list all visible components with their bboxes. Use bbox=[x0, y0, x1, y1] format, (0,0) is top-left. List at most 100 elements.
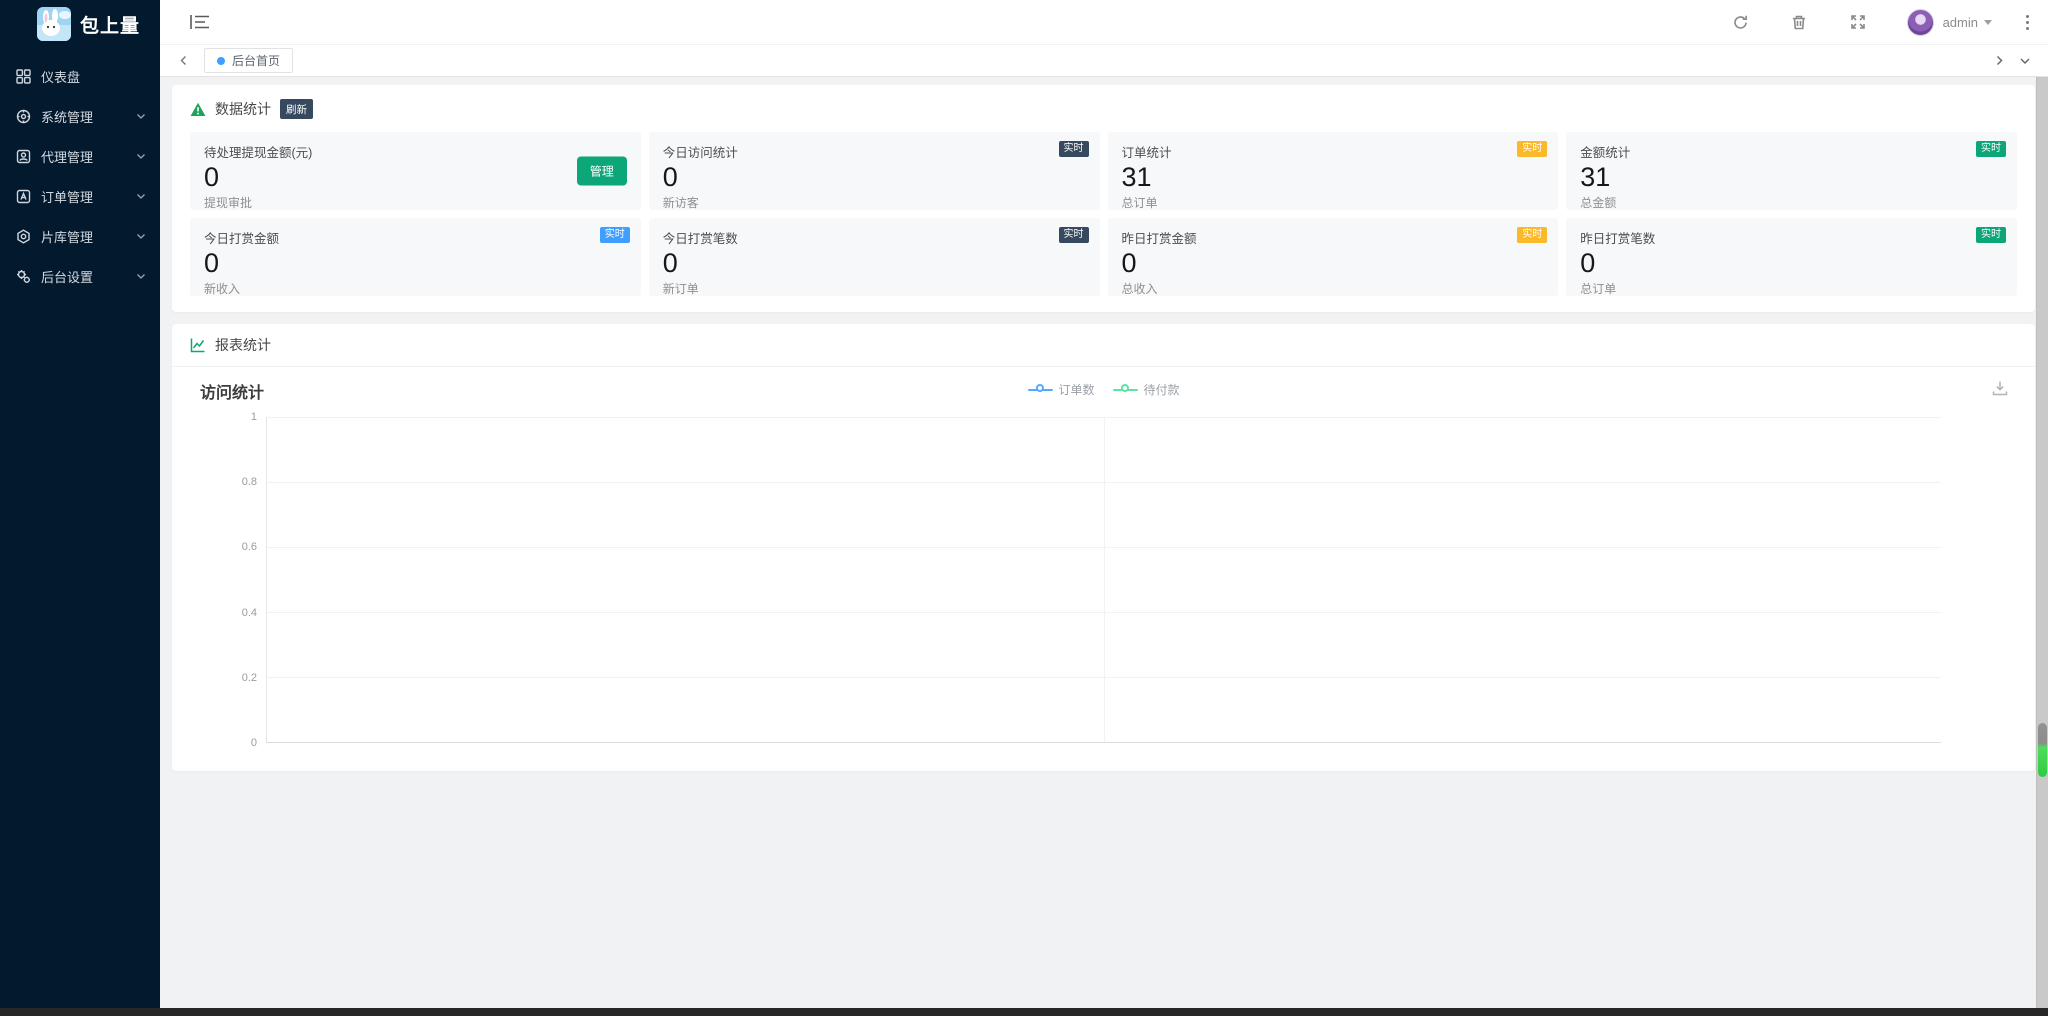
stat-footer: 总金额 bbox=[1580, 196, 1617, 211]
system-icon bbox=[16, 109, 31, 124]
stat-title: 今日访问统计 bbox=[662, 146, 738, 160]
logo-row[interactable]: 包上量 bbox=[0, 0, 160, 48]
dashboard-icon bbox=[16, 68, 31, 84]
sidebar-item-settings[interactable]: 后台设置 bbox=[0, 256, 160, 296]
legend-marker-icon bbox=[1112, 383, 1138, 395]
sidebar-item-system[interactable]: 系统管理 bbox=[0, 96, 160, 136]
order-icon bbox=[16, 189, 31, 204]
scrollbar-thumb[interactable] bbox=[2038, 723, 2047, 777]
manage-button[interactable]: 管理 bbox=[576, 156, 627, 186]
sidebar-item-label: 代理管理 bbox=[41, 149, 94, 165]
page-content: 数据统计 刷新 待处理提现金额(元) 0 提现审批 管理 今日访问统计 0 新访… bbox=[160, 77, 2048, 1016]
y-axis-tick: 0.2 bbox=[241, 671, 257, 684]
sidebar: 包上量 仪表盘 系统管理 代理管理 订单管理 片库管理 后台设置 bbox=[0, 0, 160, 1016]
download-chart-icon[interactable] bbox=[1991, 379, 2009, 397]
stats-panel: 数据统计 刷新 待处理提现金额(元) 0 提现审批 管理 今日访问统计 0 新访… bbox=[172, 85, 2035, 312]
stat-footer: 新访客 bbox=[662, 196, 699, 211]
legend-label: 待付款 bbox=[1143, 383, 1180, 397]
tab-label: 后台首页 bbox=[232, 54, 281, 68]
y-axis-tick: 0.6 bbox=[241, 541, 257, 554]
y-axis-tick: 0.4 bbox=[241, 606, 257, 619]
stat-cards-grid: 待处理提现金额(元) 0 提现审批 管理 今日访问统计 0 新访客 实时 订单统… bbox=[190, 132, 2017, 296]
sidebar-item-orders[interactable]: 订单管理 bbox=[0, 176, 160, 216]
stat-value: 0 bbox=[204, 162, 220, 192]
y-axis-tick: 1 bbox=[250, 411, 257, 423]
realtime-badge: 实时 bbox=[1058, 227, 1089, 243]
chevron-down-icon bbox=[137, 234, 145, 239]
sidebar-item-dashboard[interactable]: 仪表盘 bbox=[0, 56, 160, 96]
agent-icon bbox=[16, 149, 31, 164]
y-axis-tick: 0.8 bbox=[241, 476, 257, 489]
tab-bar: 后台首页 bbox=[160, 44, 2048, 77]
stat-value: 0 bbox=[662, 162, 678, 192]
stat-card-yesterday-reward-amount: 昨日打赏金额 0 总收入 实时 bbox=[1107, 218, 1559, 297]
legend-item-orders[interactable]: 订单数 bbox=[1027, 381, 1095, 398]
page-scrollbar[interactable] bbox=[2036, 77, 2048, 1008]
stat-title: 昨日打赏金额 bbox=[1121, 232, 1197, 246]
legend-marker-icon bbox=[1027, 383, 1053, 395]
chart-plot-area: 1 0.8 0.6 0.4 0.2 0 bbox=[242, 411, 1941, 749]
main-area: admin 后台首页 数据统计 刷新 待处理提现金额(元) 0 提现审批 管理 … bbox=[160, 0, 2048, 1016]
sidebar-item-label: 仪表盘 bbox=[41, 69, 81, 85]
sidebar-item-label: 系统管理 bbox=[41, 109, 94, 125]
refresh-badge[interactable]: 刷新 bbox=[280, 99, 313, 119]
library-icon bbox=[16, 228, 31, 244]
realtime-badge: 实时 bbox=[599, 227, 630, 243]
stat-card-today-reward-count: 今日打赏笔数 0 新订单 实时 bbox=[648, 218, 1100, 296]
tabs-scroll-right-icon[interactable] bbox=[1986, 48, 2012, 74]
realtime-badge: 实时 bbox=[1976, 227, 2006, 243]
y-axis-tick: 0 bbox=[250, 737, 257, 749]
sidebar-menu: 仪表盘 系统管理 代理管理 订单管理 片库管理 后台设置 bbox=[0, 56, 160, 296]
stat-title: 今日打赏笔数 bbox=[662, 232, 738, 246]
stats-panel-header: 数据统计 刷新 bbox=[190, 99, 2017, 119]
tab-home[interactable]: 后台首页 bbox=[204, 48, 294, 73]
sidebar-item-label: 订单管理 bbox=[41, 189, 94, 205]
sidebar-item-library[interactable]: 片库管理 bbox=[0, 216, 160, 256]
refresh-icon[interactable] bbox=[1732, 14, 1749, 31]
stat-card-orders: 订单统计 31 总订单 实时 bbox=[1107, 132, 1559, 211]
legend-label: 订单数 bbox=[1058, 383, 1095, 397]
sidebar-item-agent[interactable]: 代理管理 bbox=[0, 136, 160, 176]
tabs-menu-icon[interactable] bbox=[2012, 48, 2038, 74]
stat-card-today-visits: 今日访问统计 0 新访客 实时 bbox=[648, 132, 1100, 211]
fullscreen-icon[interactable] bbox=[1850, 14, 1867, 31]
stat-card-today-reward-amount: 今日打赏金额 0 新收入 实时 bbox=[190, 218, 641, 296]
chart-canvas bbox=[266, 417, 1941, 743]
user-menu[interactable]: admin bbox=[1906, 8, 1992, 36]
stats-panel-title: 数据统计 bbox=[215, 101, 271, 117]
stat-footer: 提现审批 bbox=[204, 196, 253, 211]
stat-value: 0 bbox=[204, 248, 220, 278]
collapse-menu-icon[interactable] bbox=[190, 14, 210, 30]
stat-footer: 总订单 bbox=[1121, 196, 1158, 211]
tabs-scroll-left-icon[interactable] bbox=[170, 48, 196, 74]
stat-value: 31 bbox=[1580, 162, 1611, 192]
trash-icon[interactable] bbox=[1791, 14, 1808, 31]
tab-active-dot bbox=[217, 56, 225, 65]
realtime-badge: 实时 bbox=[1976, 141, 2006, 157]
chevron-down-icon bbox=[137, 274, 145, 279]
stat-value: 0 bbox=[1580, 248, 1596, 278]
chevron-down-icon bbox=[137, 114, 145, 119]
report-panel-body: 访问统计 订单数 待付款 1 0.8 0.6 0.4 0.2 0 bbox=[172, 367, 2035, 771]
chevron-down-icon bbox=[137, 154, 145, 159]
warning-icon bbox=[190, 102, 206, 116]
report-panel: 报表统计 访问统计 订单数 待付款 1 0.8 0.6 0.4 0.2 0 bbox=[172, 324, 2035, 771]
stat-footer: 新收入 bbox=[204, 282, 241, 297]
more-options-icon[interactable] bbox=[2026, 14, 2030, 30]
realtime-badge: 实时 bbox=[1058, 141, 1089, 157]
stat-value: 0 bbox=[1121, 248, 1137, 278]
gridline-vertical bbox=[1104, 417, 1105, 742]
stat-card-withdraw: 待处理提现金额(元) 0 提现审批 管理 bbox=[190, 132, 641, 210]
stat-value: 31 bbox=[1121, 162, 1152, 192]
app-window: 包上量 仪表盘 系统管理 代理管理 订单管理 片库管理 后台设置 admin 后… bbox=[0, 0, 2048, 1016]
legend-item-pending[interactable]: 待付款 bbox=[1112, 381, 1180, 398]
sidebar-item-label: 片库管理 bbox=[41, 229, 94, 245]
stat-card-amount: 金额统计 31 总金额 实时 bbox=[1566, 132, 2017, 210]
stat-title: 待处理提现金额(元) bbox=[204, 146, 313, 160]
realtime-badge: 实时 bbox=[1517, 227, 1548, 243]
sidebar-item-label: 后台设置 bbox=[41, 269, 94, 285]
stat-card-yesterday-reward-count: 昨日打赏笔数 0 总订单 实时 bbox=[1566, 218, 2017, 296]
app-title: 包上量 bbox=[80, 15, 141, 37]
stat-title: 订单统计 bbox=[1121, 146, 1172, 160]
stat-footer: 总收入 bbox=[1121, 282, 1158, 297]
